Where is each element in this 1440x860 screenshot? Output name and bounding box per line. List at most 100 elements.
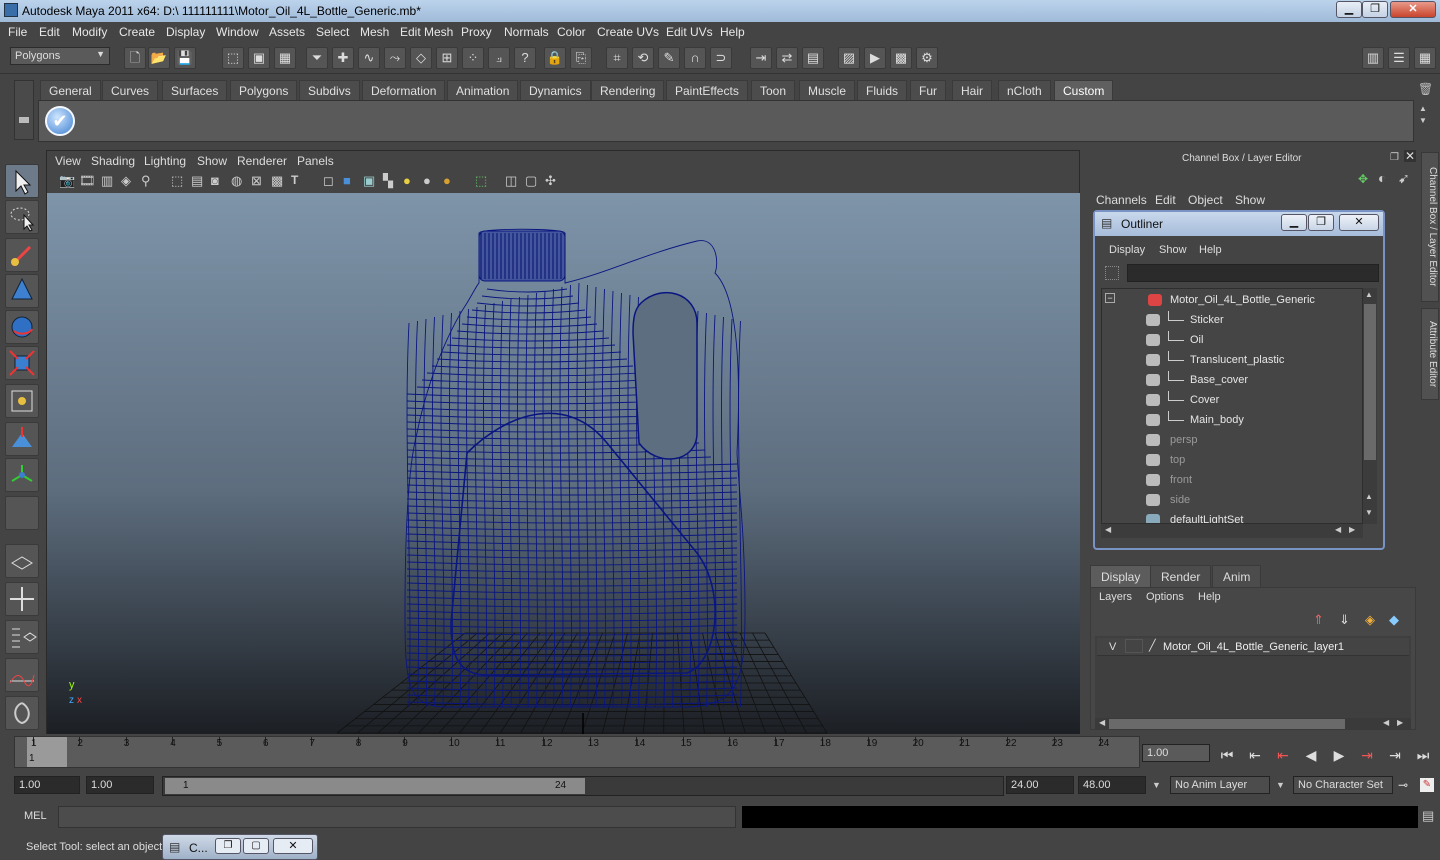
- smooth-shade-icon[interactable]: ▤: [191, 173, 203, 189]
- shelf-menu-button[interactable]: [14, 80, 34, 140]
- chevron-down-icon[interactable]: ▼: [1276, 780, 1285, 790]
- layer-name[interactable]: Motor_Oil_4L_Bottle_Generic_layer1: [1163, 641, 1344, 653]
- checkmark-shelf-icon[interactable]: ✔: [45, 106, 75, 136]
- step-back-frame-icon[interactable]: ⇤: [1272, 744, 1294, 766]
- range-slider[interactable]: 1 24: [162, 776, 1004, 796]
- step-back-key-icon[interactable]: ⇤: [1244, 744, 1266, 766]
- outliner-item[interactable]: front: [1102, 471, 1362, 491]
- layer-color-swatch[interactable]: ╱: [1149, 639, 1156, 652]
- outliner-close-button[interactable]: ✕: [1339, 214, 1379, 231]
- menu-set-dropdown[interactable]: Polygons ▼: [10, 47, 110, 65]
- wireframe-icon[interactable]: ⬚: [171, 173, 183, 189]
- end-time-field[interactable]: 48.00: [1078, 776, 1146, 794]
- cube-textured-icon[interactable]: ▣: [363, 173, 375, 189]
- all-lights-icon[interactable]: ●: [423, 173, 431, 188]
- menu-proxy[interactable]: Proxy: [461, 25, 492, 39]
- rotate-tool-icon[interactable]: [5, 310, 39, 344]
- close-button[interactable]: ✕: [1390, 1, 1436, 18]
- move-layer-down-icon[interactable]: ⇓: [1339, 612, 1350, 628]
- text-icon[interactable]: T: [291, 173, 298, 187]
- preferences-icon[interactable]: ✎: [1420, 778, 1434, 792]
- scroll-down-icon[interactable]: ▼: [1365, 508, 1373, 517]
- tab-surfaces[interactable]: Surfaces: [162, 80, 228, 100]
- select-rename-icon[interactable]: ▤: [802, 47, 824, 69]
- viewport-menu-view[interactable]: View: [55, 154, 81, 168]
- go-to-start-icon[interactable]: ⏮: [1216, 744, 1238, 766]
- channel-menu-channels[interactable]: Channels: [1096, 193, 1147, 207]
- render-globals-icon[interactable]: ⚙: [916, 47, 938, 69]
- resolution-gate-icon[interactable]: ▢: [525, 173, 537, 189]
- image-plane-icon[interactable]: ◈: [121, 173, 131, 189]
- outliner-maximize-button[interactable]: ❐: [1308, 214, 1334, 231]
- scroll-right-icon[interactable]: ▶: [1397, 718, 1403, 727]
- render-view-icon[interactable]: ▨: [838, 47, 860, 69]
- tab-rendering[interactable]: Rendering: [591, 80, 665, 100]
- viewport-menu-panels[interactable]: Panels: [297, 154, 334, 168]
- select-tool-icon[interactable]: [5, 164, 39, 198]
- outliner-search-input[interactable]: [1127, 264, 1379, 282]
- outliner-filter-icon[interactable]: [1105, 266, 1119, 280]
- scroll-thumb[interactable]: [1109, 719, 1345, 729]
- grid-toggle-icon[interactable]: ⚲: [141, 173, 151, 189]
- outliner-menu-display[interactable]: Display: [1109, 244, 1145, 256]
- anim-layer-dropdown[interactable]: No Anim Layer: [1170, 776, 1270, 794]
- snap-grid-icon[interactable]: ✚: [332, 47, 354, 69]
- scroll-up-icon[interactable]: ▲: [1365, 492, 1373, 501]
- playback-end-field[interactable]: 24.00: [1006, 776, 1074, 794]
- tab-hair[interactable]: Hair: [952, 80, 993, 100]
- outliner-window[interactable]: ▤ Outliner ▁ ❐ ✕ Display Show Help − Moto…: [1093, 210, 1385, 550]
- scroll-thumb[interactable]: [1364, 304, 1376, 460]
- menu-file[interactable]: File: [8, 25, 27, 39]
- channel-menu-show[interactable]: Show: [1235, 193, 1265, 207]
- ipr-icon[interactable]: ▩: [890, 47, 912, 69]
- side-tab-attribute-editor[interactable]: Attribute Editor: [1421, 308, 1439, 400]
- menu-normals[interactable]: Normals: [504, 25, 549, 39]
- menu-create[interactable]: Create: [119, 25, 155, 39]
- layer-menu-options[interactable]: Options: [1146, 591, 1184, 603]
- tab-muscle[interactable]: Muscle: [799, 80, 856, 100]
- select-misc-icon[interactable]: ⟓: [488, 47, 510, 69]
- outliner-item[interactable]: Sticker: [1102, 311, 1362, 331]
- step-forward-frame-icon[interactable]: ⇥: [1356, 744, 1378, 766]
- tab-ncloth[interactable]: nCloth: [998, 80, 1051, 100]
- tab-custom[interactable]: Custom: [1054, 80, 1114, 100]
- scroll-left-icon[interactable]: ◀: [1335, 525, 1341, 534]
- menu-color[interactable]: Color: [557, 25, 586, 39]
- menu-edit-mesh[interactable]: Edit Mesh: [400, 25, 453, 39]
- textured-icon[interactable]: ▩: [271, 173, 283, 189]
- snap-live-icon[interactable]: ⊞: [436, 47, 458, 69]
- default-light-icon[interactable]: ●: [403, 173, 411, 188]
- perspective-viewport[interactable]: View Shading Lighting Show Renderer Pane…: [46, 150, 1080, 734]
- select-hierarchy-icon[interactable]: ⬚: [222, 47, 244, 69]
- go-to-end-icon[interactable]: ⏭: [1412, 744, 1434, 766]
- menu-help[interactable]: Help: [720, 25, 745, 39]
- outliner-title-bar[interactable]: ▤ Outliner ▁ ❐ ✕: [1095, 212, 1383, 236]
- camera-attributes-icon[interactable]: 🎞: [79, 173, 96, 189]
- scroll-left-icon[interactable]: ◀: [1383, 718, 1389, 727]
- tab-curves[interactable]: Curves: [102, 80, 159, 100]
- menu-modify[interactable]: Modify: [72, 25, 107, 39]
- outliner-item[interactable]: Oil: [1102, 331, 1362, 351]
- viewport-menu-renderer[interactable]: Renderer: [237, 154, 287, 168]
- layer-visibility-toggle[interactable]: V: [1109, 641, 1116, 653]
- float-icon[interactable]: ❐: [1390, 152, 1399, 163]
- time-slider[interactable]: 1 1 2 3 4 5 6 7 8 9 10 11 12 13 14 15 16 17 18 19 20 21 22 23 2…: [14, 736, 1140, 768]
- outliner-item[interactable]: top: [1102, 451, 1362, 471]
- tab-fur[interactable]: Fur: [910, 80, 946, 100]
- scroll-left-icon[interactable]: ◀: [1099, 718, 1105, 727]
- close-icon[interactable]: ✕: [273, 838, 313, 854]
- select-by-type-icon[interactable]: ⁘: [462, 47, 484, 69]
- outliner-layout-icon[interactable]: [5, 620, 39, 654]
- shelf-scroll[interactable]: ▲ ▼: [1416, 104, 1430, 140]
- isolate-select-icon[interactable]: ⬚: [475, 173, 487, 189]
- move-layer-up-icon[interactable]: ⇑: [1313, 612, 1324, 628]
- four-pane-layout-icon[interactable]: [5, 582, 39, 616]
- layer-tab-display[interactable]: Display: [1090, 565, 1152, 587]
- tab-polygons[interactable]: Polygons: [230, 80, 298, 100]
- scroll-right-icon[interactable]: ▶: [1349, 525, 1355, 534]
- command-input[interactable]: [58, 806, 736, 828]
- select-object-icon[interactable]: ▣: [248, 47, 270, 69]
- menu-create-uvs[interactable]: Create UVs: [597, 25, 659, 39]
- pin-icon[interactable]: ➹: [1398, 170, 1410, 187]
- minimize-button[interactable]: ▁: [1336, 1, 1362, 18]
